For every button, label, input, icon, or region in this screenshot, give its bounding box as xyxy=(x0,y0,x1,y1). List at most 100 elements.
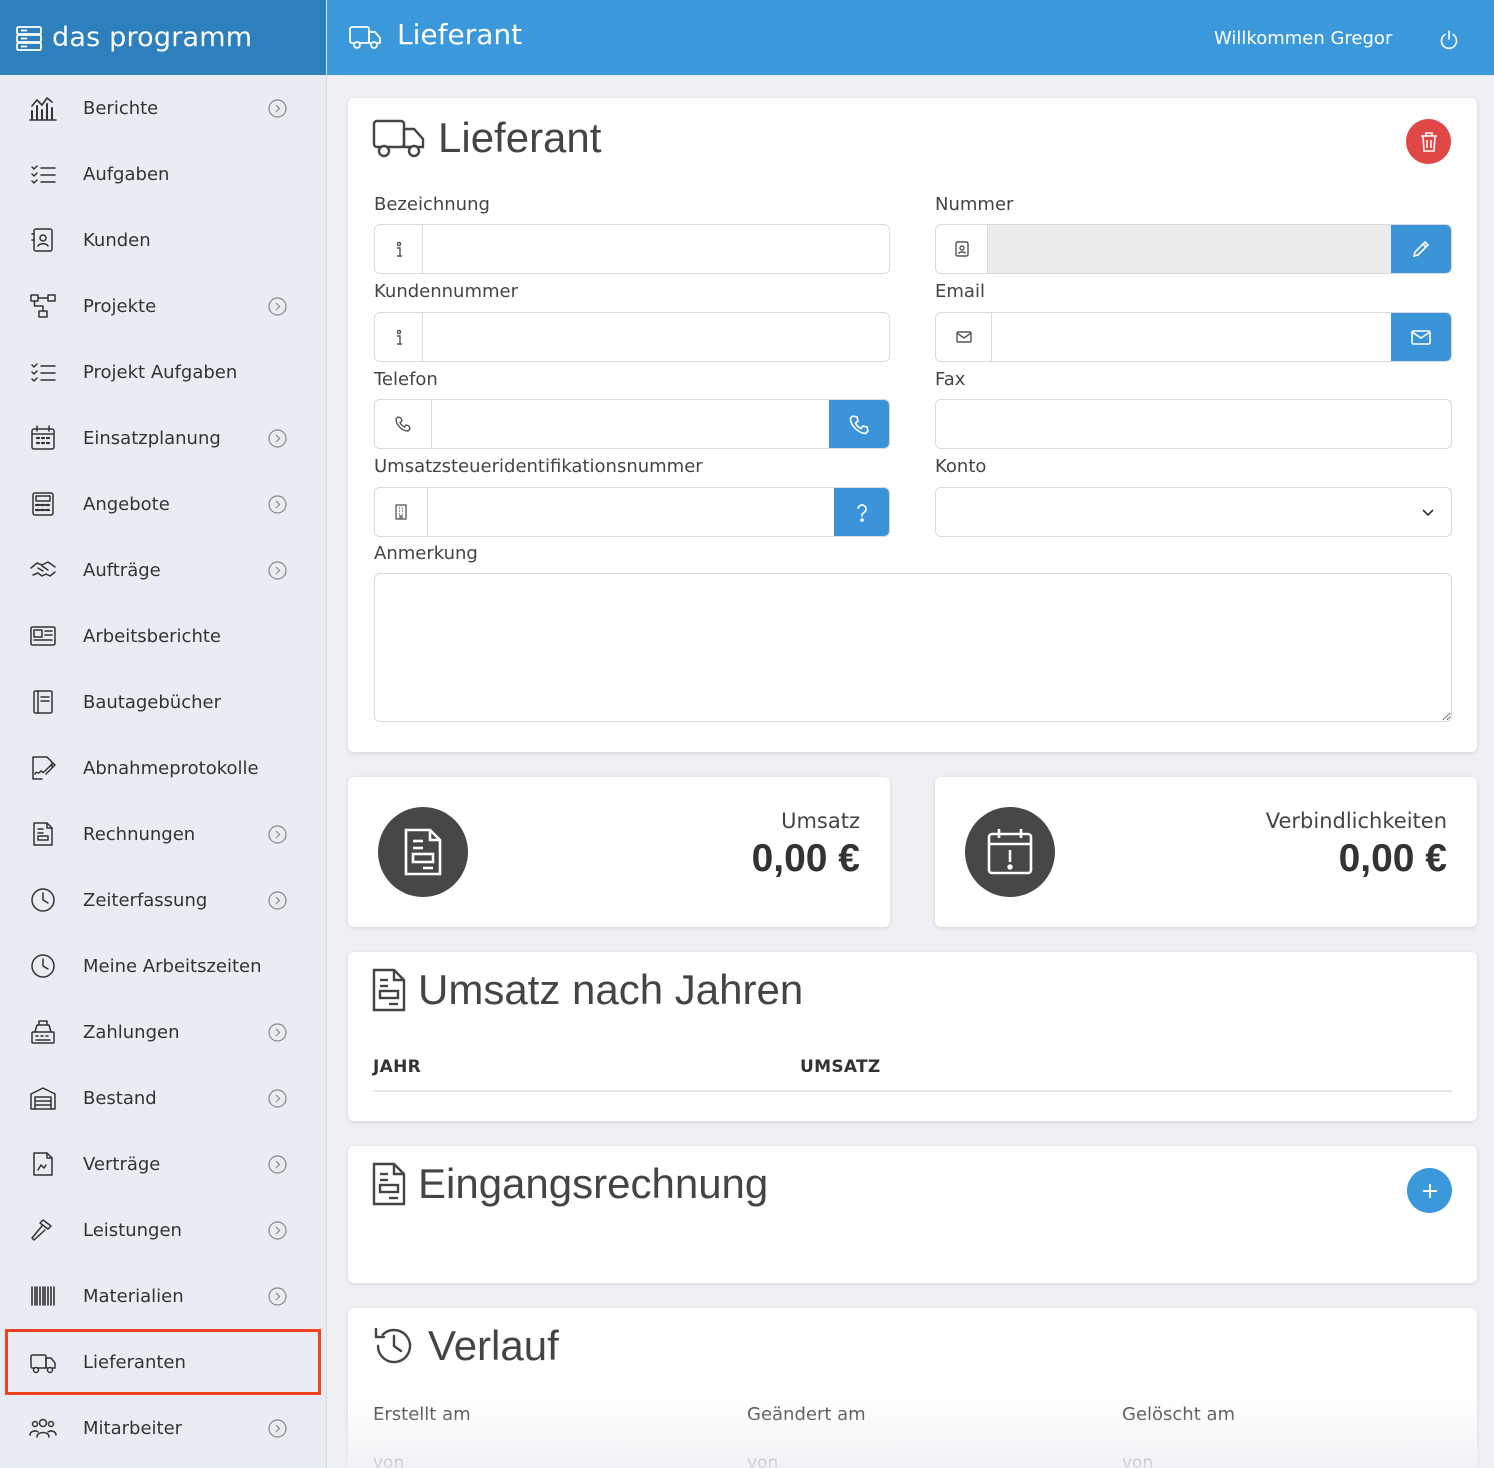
server-icon xyxy=(16,25,42,51)
sidebar-item-projekt-aufgaben[interactable]: Projekt Aufgaben xyxy=(0,339,326,405)
sidebar-item-lieferanten[interactable]: Lieferanten xyxy=(5,1329,321,1395)
sidebar-item-zahlungen[interactable]: Zahlungen xyxy=(0,999,326,1065)
ustid-input[interactable] xyxy=(428,488,834,536)
sidebar-item-kunden[interactable]: Kunden xyxy=(0,207,326,273)
anmerkung-label: Anmerkung xyxy=(374,543,478,564)
umsatz-value: 0,00 € xyxy=(751,837,860,880)
sidebar-item-abnahmeprotokolle[interactable]: Abnahmeprotokolle xyxy=(0,735,326,801)
sidebar-item-label: Mitarbeiter xyxy=(83,1417,183,1439)
chevron-right-icon[interactable] xyxy=(268,1154,287,1174)
envelope-icon xyxy=(1411,330,1431,345)
sidebar-item-label: Abnahmeprotokolle xyxy=(83,757,259,779)
konto-select[interactable] xyxy=(935,487,1452,537)
chevron-right-icon[interactable] xyxy=(268,1418,287,1438)
nummer-label: Nummer xyxy=(935,194,1014,215)
fax-input[interactable] xyxy=(936,400,1451,448)
umsatz-jahre-header: Umsatz nach Jahren xyxy=(372,966,803,1014)
chevron-right-icon[interactable] xyxy=(268,824,287,844)
delete-button[interactable] xyxy=(1406,119,1451,164)
sidebar-item-label: Berichte xyxy=(83,97,159,119)
sidebar-item-label: Projekt Aufgaben xyxy=(83,361,238,383)
telefon-field xyxy=(374,399,890,449)
verlauf-card: Verlauf Erstellt am Geändert am Gelöscht… xyxy=(348,1308,1477,1468)
edit-number-button[interactable] xyxy=(1391,225,1451,273)
chevron-right-icon[interactable] xyxy=(268,1220,287,1240)
sidebar-item-materialien[interactable]: Materialien xyxy=(0,1263,326,1329)
sidebar-item-vertraege[interactable]: Verträge xyxy=(0,1131,326,1197)
sidebar-item-label: Verträge xyxy=(83,1153,161,1175)
brand-title: das programm xyxy=(52,22,253,53)
sidebar-item-aufgaben[interactable]: Aufgaben xyxy=(0,141,326,207)
book-icon xyxy=(28,687,58,717)
send-email-button[interactable] xyxy=(1391,313,1451,361)
sidebar-item-einsatzplanung[interactable]: Einsatzplanung xyxy=(0,405,326,471)
sidebar-item-label: Leistungen xyxy=(83,1219,182,1241)
truck-icon xyxy=(349,26,381,49)
sidebar-item-auftraege[interactable]: Aufträge xyxy=(0,537,326,603)
chevron-right-icon[interactable] xyxy=(268,296,287,316)
sidebar-item-label: Aufgaben xyxy=(83,163,170,185)
umsatz-stat-card: Umsatz 0,00 € xyxy=(348,777,890,927)
trash-icon xyxy=(1420,131,1437,152)
konto-value[interactable] xyxy=(936,488,1451,536)
kundennummer-input[interactable] xyxy=(423,313,889,361)
sidebar-item-label: Angebote xyxy=(83,493,170,515)
nummer-field xyxy=(935,224,1452,274)
sidebar-item-zeiterfassung[interactable]: Zeiterfassung xyxy=(0,867,326,933)
chevron-right-icon[interactable] xyxy=(268,428,287,448)
sidebar-item-arbeitsberichte[interactable]: Arbeitsberichte xyxy=(0,603,326,669)
chevron-right-icon[interactable] xyxy=(268,98,287,118)
users-icon xyxy=(28,1413,58,1443)
brand[interactable]: das programm xyxy=(0,0,326,75)
checklist-icon xyxy=(28,357,58,387)
chart-icon xyxy=(28,93,58,123)
geaendert-von: von xyxy=(747,1453,779,1468)
bezeichnung-input[interactable] xyxy=(423,225,889,273)
chevron-right-icon[interactable] xyxy=(268,1286,287,1306)
chevron-right-icon[interactable] xyxy=(268,1088,287,1108)
anmerkung-textarea[interactable] xyxy=(374,573,1452,722)
invoice-icon xyxy=(28,819,58,849)
sidebar-item-leistungen[interactable]: Leistungen xyxy=(0,1197,326,1263)
sidebar-item-label: Zeiterfassung xyxy=(83,889,208,911)
umsatz-jahre-title: Umsatz nach Jahren xyxy=(418,966,804,1013)
kundennummer-label: Kundennummer xyxy=(374,281,518,302)
sidebar-item-projekte[interactable]: Projekte xyxy=(0,273,326,339)
sidebar-item-meine-arbeitszeiten[interactable]: Meine Arbeitszeiten xyxy=(0,933,326,999)
sidebar-item-label: Arbeitsberichte xyxy=(83,625,221,647)
eingangsrechnung-title: Eingangsrechnung xyxy=(418,1160,769,1207)
chevron-right-icon[interactable] xyxy=(268,494,287,514)
plus-icon xyxy=(1422,1183,1437,1198)
column-header-jahr[interactable]: JAHR xyxy=(373,1057,421,1077)
power-icon[interactable] xyxy=(1438,29,1460,51)
chevron-right-icon[interactable] xyxy=(268,560,287,580)
sidebar-item-rechnungen[interactable]: Rechnungen xyxy=(0,801,326,867)
sidebar-item-mitarbeiter[interactable]: Mitarbeiter xyxy=(0,1395,326,1461)
add-eingangsrechnung-button[interactable] xyxy=(1407,1168,1452,1213)
sidebar-item-berichte[interactable]: Berichte xyxy=(0,75,326,141)
truck-icon xyxy=(28,1347,58,1377)
chevron-right-icon[interactable] xyxy=(268,1022,287,1042)
bezeichnung-field xyxy=(374,224,890,274)
telefon-input[interactable] xyxy=(432,400,829,448)
sidebar-item-angebote[interactable]: Angebote xyxy=(0,471,326,537)
signature-icon xyxy=(28,753,58,783)
building-icon xyxy=(375,488,428,536)
verify-ustid-button[interactable] xyxy=(834,488,889,536)
email-input[interactable] xyxy=(992,313,1391,361)
info-icon xyxy=(375,225,423,273)
welcome-text: Willkommen Gregor xyxy=(1214,28,1393,49)
chevron-right-icon[interactable] xyxy=(268,890,287,910)
column-header-umsatz[interactable]: UMSATZ xyxy=(800,1057,881,1077)
erstellt-von: von xyxy=(373,1453,405,1468)
sidebar-item-bestand[interactable]: Bestand xyxy=(0,1065,326,1131)
call-button[interactable] xyxy=(829,400,889,448)
umsatz-label: Umsatz xyxy=(781,809,860,833)
bezeichnung-label: Bezeichnung xyxy=(374,194,490,215)
supplier-form-card: Lieferant Bezeichnung Nummer Kundennumme… xyxy=(348,98,1477,752)
handshake-icon xyxy=(28,555,58,585)
chevron-down-icon xyxy=(1422,509,1434,517)
nummer-input[interactable] xyxy=(988,225,1391,273)
sidebar-item-bautagebuecher[interactable]: Bautagebücher xyxy=(0,669,326,735)
verbindlichkeiten-label: Verbindlichkeiten xyxy=(1265,809,1447,833)
